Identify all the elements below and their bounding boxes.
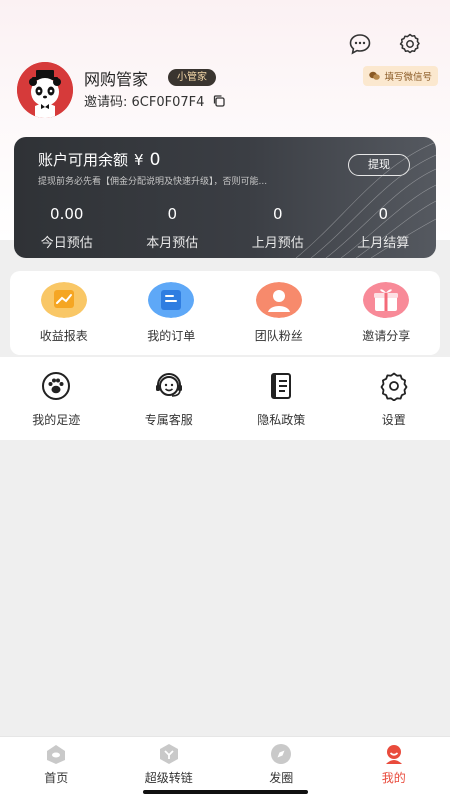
withdraw-button[interactable]: 提现 [348,154,410,176]
gift-icon [363,282,410,318]
tool-label: 隐私政策 [257,413,306,427]
quick-team-fans[interactable]: 团队粉丝 [225,271,333,355]
copy-icon[interactable] [212,94,226,108]
earnings-stats: 0.00 今日预估 0 本月预估 0 上月预估 0 上月结算 [14,205,436,251]
home-tab-icon [47,745,66,764]
invite-code-row: 邀请码: 6CF0F07F4 [84,91,226,110]
message-icon[interactable] [348,32,372,56]
tool-settings[interactable]: 设置 [338,357,450,440]
quick-label: 我的订单 [147,329,196,343]
quick-actions-card: 收益报表 我的订单 团队粉丝 邀请分享 [10,271,440,355]
quick-my-orders[interactable]: 我的订单 [118,271,226,355]
privacy-policy-icon [271,373,292,399]
tool-customer-service[interactable]: 专属客服 [113,357,226,440]
fill-wechat-button[interactable]: 填写微信号 [363,66,438,86]
balance-title: 账户可用余额 ¥ 0 [38,149,160,170]
tool-my-footprint[interactable]: 我的足迹 [0,357,113,440]
tab-label: 发圈 [269,771,294,785]
fill-wechat-label: 填写微信号 [384,72,432,83]
balance-card: 账户可用余额 ¥ 0 提现前务必先看【佣金分配说明及快速升级】，否则可能... … [14,137,436,258]
tool-privacy-policy[interactable]: 隐私政策 [225,357,338,440]
member-level-badge: 小管家 [168,69,216,86]
team-icon [255,282,302,318]
stat-value: 0 [167,205,178,223]
stat-label: 本月预估 [146,236,199,251]
moments-tab-icon [271,744,292,764]
tab-label: 我的 [381,771,406,785]
super-link-tab-icon [159,744,178,764]
balance-label: 账户可用余额 [38,151,129,169]
stat-last-month-estimate[interactable]: 0 上月预估 [225,205,331,251]
stat-last-month-settled[interactable]: 0 上月结算 [331,205,437,251]
order-icon [148,282,195,318]
stat-label: 上月预估 [251,236,304,251]
tools-card: 我的足迹 专属客服 隐私政策 设置 [0,357,450,440]
profile-name: 网购管家 [84,70,149,89]
stat-value: 0 [272,205,283,223]
quick-revenue-report[interactable]: 收益报表 [10,271,118,355]
tab-label: 首页 [44,771,69,785]
stat-today-estimate[interactable]: 0.00 今日预估 [14,205,120,251]
quick-invite-share[interactable]: 邀请分享 [333,271,441,355]
stat-label: 上月结算 [357,236,410,251]
home-indicator [143,790,308,794]
quick-label: 收益报表 [39,329,88,343]
top-actions [348,32,422,56]
stat-value: 0.00 [50,205,84,223]
stat-label: 今日预估 [40,236,93,251]
settings-gear-icon [380,372,408,401]
profile-tab-icon [385,745,402,764]
tool-label: 专属客服 [144,413,193,427]
customer-service-icon [155,373,182,397]
tool-label: 我的足迹 [32,413,81,427]
quick-label: 邀请分享 [362,329,411,343]
tool-label: 设置 [381,413,406,427]
withdraw-note[interactable]: 提现前务必先看【佣金分配说明及快速升级】，否则可能... [38,174,328,187]
balance-amount: 0 [149,150,161,170]
invite-code-text: 邀请码: 6CF0F07F4 [84,95,205,110]
tab-profile[interactable]: 我的 [338,737,450,800]
footprint-icon [42,372,71,400]
quick-label: 团队粉丝 [254,329,303,343]
stat-value: 0 [378,205,389,223]
settings-icon[interactable] [398,32,422,56]
revenue-report-icon [40,282,87,318]
wechat-icon [369,71,381,80]
balance-currency: ¥ [134,151,144,169]
tab-label: 超级转链 [144,771,193,785]
stat-month-estimate[interactable]: 0 本月预估 [120,205,226,251]
avatar[interactable] [17,62,73,118]
tab-home[interactable]: 首页 [0,737,113,800]
panda-avatar-icon [17,62,73,118]
